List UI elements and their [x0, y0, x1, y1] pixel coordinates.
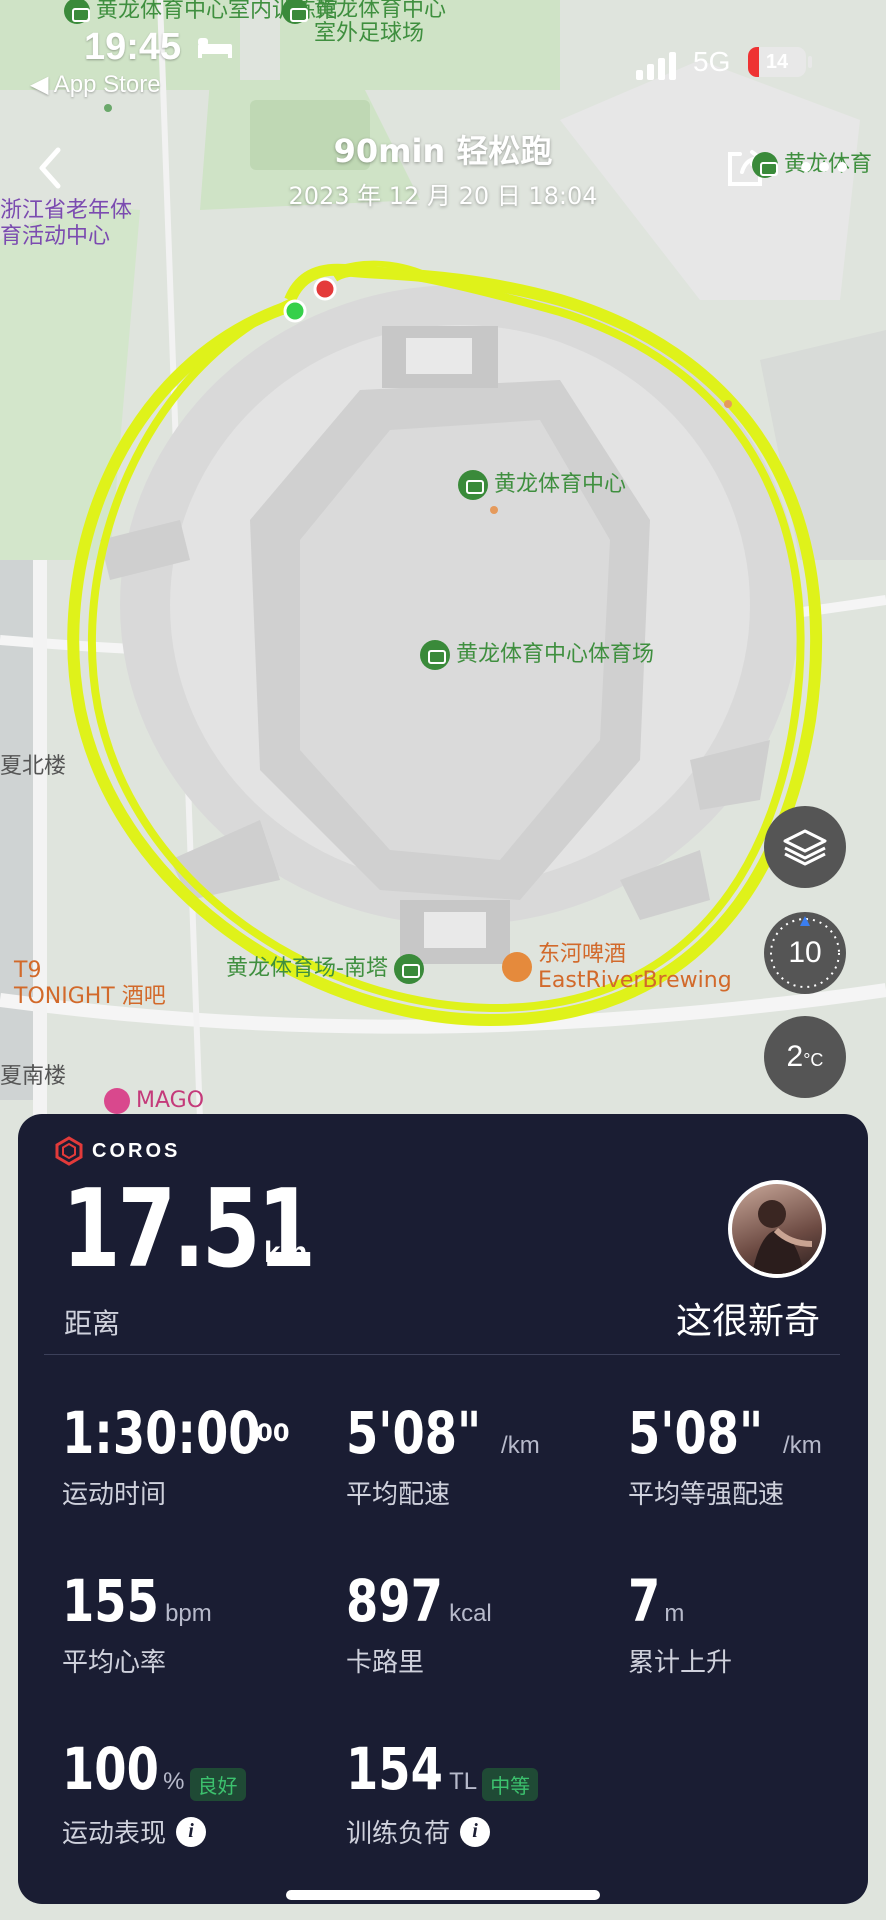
map-label-brewery: 东河啤酒 EastRiverBrewing: [502, 942, 732, 994]
info-icon[interactable]: i: [176, 1816, 207, 1847]
stat-performance: 100% 良好 运动表现 i: [62, 1740, 246, 1850]
more-options-button[interactable]: [796, 152, 852, 182]
map-label-south-tower: 黄龙体育场-南塔: [226, 950, 430, 984]
status-badge: 良好: [189, 1768, 246, 1801]
map-label-north-building: 夏北楼: [0, 754, 67, 779]
stat-avg-pace: 5'08"/km 平均配速: [346, 1399, 540, 1510]
home-indicator[interactable]: [286, 1890, 600, 1900]
map-layers-button[interactable]: [764, 806, 846, 888]
sports-venue-icon: [393, 954, 424, 984]
info-icon[interactable]: i: [460, 1816, 491, 1847]
stat-avg-grade-pace: 5'08"/km 平均等强配速: [628, 1399, 822, 1510]
cellular-signal-icon: [636, 52, 676, 80]
sleep-mode-icon: [196, 34, 234, 58]
battery-tip: [808, 56, 812, 68]
more-horizontal-icon: [801, 162, 847, 172]
coros-logo: COROS: [54, 1136, 180, 1166]
avatar[interactable]: [728, 1180, 826, 1278]
map-label-sports-center: 黄龙体育中心: [458, 466, 626, 500]
compass-zoom-button[interactable]: 10: [764, 912, 846, 994]
distance-label: 距离: [64, 1307, 121, 1340]
map-label-t9-bar: T9 TONIGHT 酒吧: [14, 958, 166, 1009]
stat-duration: 1:30:0000 运动时间: [62, 1399, 290, 1510]
temperature-unit: °C: [803, 1049, 824, 1070]
map-label-mago: MAGO: [104, 1088, 204, 1114]
battery-indicator: 14: [748, 47, 806, 77]
network-type: 5G: [693, 46, 731, 77]
sports-venue-icon: [420, 640, 450, 670]
divider: [44, 1354, 840, 1355]
layers-icon: [783, 829, 827, 866]
user-name: 这很新奇: [675, 1301, 820, 1342]
back-to-app-store[interactable]: ◀ App Store: [30, 70, 161, 99]
stat-elevation-gain: 7m 累计上升: [628, 1567, 733, 1678]
temperature-value: 2: [786, 1040, 804, 1073]
stat-calories: 897 kcal 卡路里: [346, 1567, 492, 1678]
status-bar: 19:45 ◀ App Store 5G 14: [0, 0, 886, 120]
map-label-south-building: 夏南楼: [0, 1064, 67, 1089]
sports-venue-icon: [458, 470, 488, 500]
coros-logo-icon: [55, 1136, 83, 1166]
mic-icon: [104, 1088, 130, 1114]
clock: 19:45: [84, 26, 182, 68]
activity-summary-card: COROS 17.51 km 距离 这很新奇 1:30:0000 运动时间 5'…: [18, 1114, 868, 1904]
compass-value: 10: [788, 936, 822, 969]
status-badge: 中等: [482, 1768, 539, 1801]
cocktail-icon: [502, 952, 532, 982]
temperature-indicator: 2 °C: [764, 1016, 846, 1098]
distance-unit: km: [264, 1236, 308, 1269]
stat-training-load: 154 TL 中等 训练负荷 i: [346, 1740, 539, 1850]
sports-venue-icon: [752, 152, 778, 178]
stat-avg-heart-rate: 155 bpm 平均心率: [62, 1567, 212, 1678]
map-label-stadium: 黄龙体育中心体育场: [420, 636, 654, 670]
